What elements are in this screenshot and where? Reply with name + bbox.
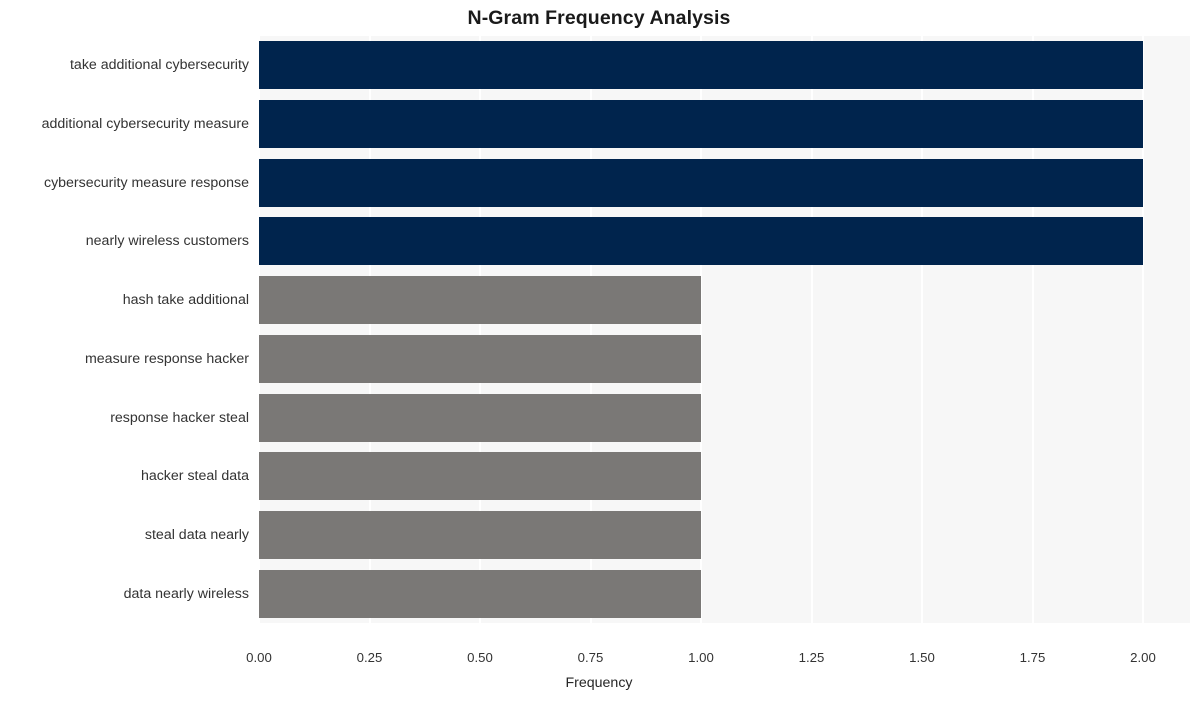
bar[interactable]: [259, 452, 701, 500]
y-axis-tick-label: hacker steal data: [140, 468, 249, 484]
bar[interactable]: [259, 570, 701, 618]
y-axis-tick-label: additional cybersecurity measure: [41, 116, 249, 132]
bar[interactable]: [259, 159, 1143, 207]
x-axis-tick-label: 0.75: [577, 650, 604, 665]
x-axis-tick-label: 0.00: [246, 650, 272, 665]
y-axis-tick-label: steal data nearly: [144, 527, 249, 543]
y-axis-tick-label: nearly wireless customers: [85, 233, 249, 249]
x-axis-title: Frequency: [565, 675, 633, 691]
x-axis-tick-label: 0.25: [356, 650, 383, 665]
bar[interactable]: [259, 100, 1143, 148]
bar[interactable]: [259, 41, 1143, 89]
y-axis-tick-label: take additional cybersecurity: [69, 57, 249, 73]
bar[interactable]: [259, 511, 701, 559]
bar[interactable]: [259, 335, 701, 383]
ngram-frequency-chart-figure: N-Gram Frequency Analysis take additiona…: [0, 0, 1198, 701]
y-axis-tick-labels: take additional cybersecurity additional …: [0, 36, 249, 623]
y-axis-tick-label: hash take additional: [122, 292, 249, 308]
y-axis-tick-label: cybersecurity measure response: [43, 175, 249, 191]
bar[interactable]: [259, 394, 701, 442]
bar[interactable]: [259, 217, 1143, 265]
x-axis-tick-label: 1.25: [798, 650, 825, 665]
y-axis-tick-label: response hacker steal: [110, 410, 249, 426]
x-axis-tick-labels: 0.00 0.25 0.50 0.75 1.00 1.25 1.50 1.75 2.00: [0, 650, 1198, 672]
x-axis-tick-label: 0.50: [467, 650, 493, 665]
y-axis-tick-label: data nearly wireless: [123, 586, 249, 602]
chart-title: N-Gram Frequency Analysis: [467, 7, 731, 29]
x-axis-tick-label: 1.50: [909, 650, 935, 665]
y-axis-tick-label: measure response hacker: [84, 351, 249, 367]
plot-area: [259, 36, 1190, 623]
bar[interactable]: [259, 276, 701, 324]
x-axis-tick-label: 1.75: [1019, 650, 1046, 665]
x-axis-tick-label: 2.00: [1130, 650, 1156, 665]
x-axis-tick-label: 1.00: [688, 650, 714, 665]
